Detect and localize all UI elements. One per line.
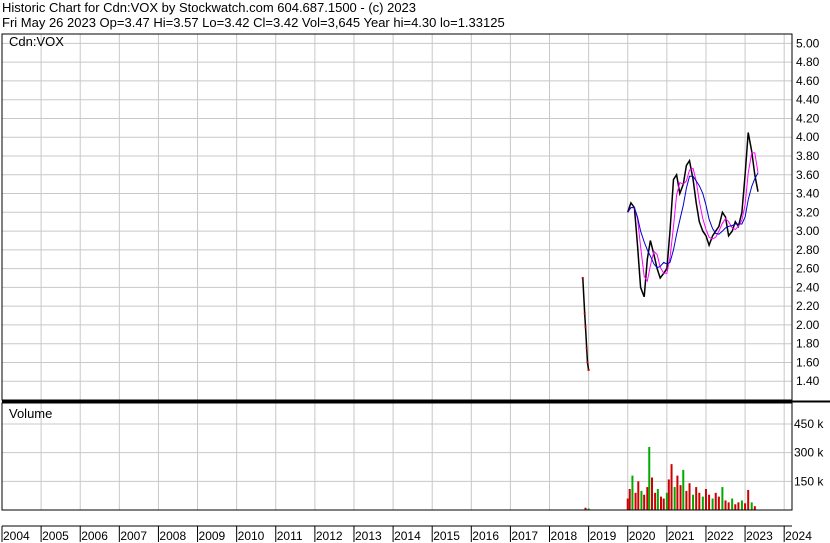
price-panel-frame (1, 33, 793, 401)
x-tick-label: 2017 (511, 529, 538, 543)
price-y-tick-label: 4.20 (796, 111, 820, 125)
price-y-tick-label: 1.60 (796, 355, 820, 369)
x-tick-label: 2016 (472, 529, 499, 543)
x-tick-label: 2020 (629, 529, 656, 543)
price-y-tick-label: 1.80 (796, 337, 820, 351)
price-y-tick-label: 2.80 (796, 243, 820, 257)
x-tick-label: 2005 (42, 529, 69, 543)
x-tick-label: 2022 (707, 529, 734, 543)
price-panel-label: Cdn:VOX (9, 34, 64, 49)
price-y-tick-label: 3.00 (796, 224, 820, 238)
stock-chart: 5.00 4.80 4.60 4.40 4.20 4.00 3.80 3.60 3.40 3.20… (1, 33, 830, 543)
x-tick-labels: 2004 2005 2006 2007 2008 2009 2010 2011 2012 2013… (1, 526, 812, 543)
x-tick-label: 2018 (551, 529, 578, 543)
volume-y-tick-label: 450 k (794, 417, 824, 431)
price-y-tick-label: 4.40 (796, 93, 820, 107)
x-tick-label: 2006 (81, 529, 108, 543)
price-grid (1, 34, 792, 400)
x-tick-label: 2019 (590, 529, 617, 543)
price-y-tick-label: 3.20 (796, 205, 820, 219)
x-tick-label: 2004 (3, 529, 30, 543)
price-y-tick-label: 2.60 (796, 262, 820, 276)
volume-panel-label: Volume (9, 406, 52, 421)
price-y-tick-label: 5.00 (796, 36, 820, 50)
price-point (584, 325, 587, 328)
volume-bars (584, 446, 756, 510)
x-tick-label: 2010 (238, 529, 265, 543)
volume-y-tick-label: 150 k (794, 474, 824, 488)
volume-grid (1, 403, 792, 510)
price-y-tick-label: 4.80 (796, 55, 820, 69)
price-line (626, 132, 759, 298)
price-point (581, 277, 584, 279)
price-y-tick-label: 3.80 (796, 149, 820, 163)
volume-panel-frame (1, 402, 793, 511)
price-point (585, 347, 588, 350)
price-y-tick-label: 2.00 (796, 318, 820, 332)
x-tick-label: 2007 (120, 529, 147, 543)
x-tick-label: 2024 (785, 529, 812, 543)
price-y-tick-label: 1.40 (796, 374, 820, 388)
x-tick-label: 2008 (159, 529, 186, 543)
price-y-tick-label: 4.00 (796, 130, 820, 144)
price-series (581, 132, 759, 371)
x-tick-label: 2023 (746, 529, 773, 543)
x-tick-label: 2013 (355, 529, 382, 543)
price-line-early (582, 277, 590, 371)
price-y-tick-label: 4.60 (796, 74, 820, 88)
price-y-tick-label: 3.40 (796, 187, 820, 201)
x-tick-label: 2012 (316, 529, 343, 543)
x-tick-label: 2015 (433, 529, 460, 543)
x-tick-label: 2021 (668, 529, 695, 543)
price-y-tick-label: 3.60 (796, 168, 820, 182)
price-point (586, 361, 589, 364)
x-tick-label: 2014 (394, 529, 421, 543)
price-point (587, 368, 590, 371)
price-y-tick-label: 2.40 (796, 280, 820, 294)
price-point (583, 312, 586, 315)
price-y-tick-label: 2.20 (796, 299, 820, 313)
volume-y-tick-label: 300 k (794, 446, 824, 460)
long-moving-average-line (627, 172, 759, 269)
x-tick-label: 2011 (277, 529, 303, 543)
y-tick-labels: 5.00 4.80 4.60 4.40 4.20 4.00 3.80 3.60 3.40 3.20… (794, 36, 824, 488)
x-tick-label: 2009 (199, 529, 226, 543)
